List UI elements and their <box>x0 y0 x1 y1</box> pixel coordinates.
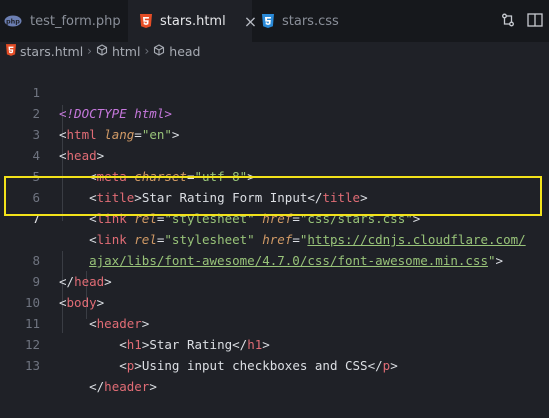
code-line: 1 <!DOCTYPE html> <box>0 61 549 121</box>
code-line: 11 <h1>Star Rating</h1> <box>0 292 549 352</box>
editor-actions <box>501 0 549 42</box>
breadcrumb-item-html[interactable]: html <box>96 44 140 59</box>
code-line: 10 <header> <box>0 271 549 331</box>
tab-label: stars.css <box>282 13 339 29</box>
compare-changes-icon[interactable] <box>501 12 515 31</box>
split-editor-icon[interactable] <box>527 12 543 31</box>
code-line: 5 <title>Star Rating Form Input</title> <box>0 145 549 205</box>
symbol-element-icon <box>96 43 108 59</box>
code-line-wrap: ajax/libs/font-awesome/4.7.0/css/font-aw… <box>0 208 549 268</box>
code-line: 4 <meta charset="utf-8"> <box>0 124 549 184</box>
code-line: 9 <body> <box>0 250 549 310</box>
code-text: <p>Using input checkboxes and CSS</p> <box>119 358 398 373</box>
code-line: 8 </head> <box>0 229 549 289</box>
tab-label: stars.html <box>160 13 226 29</box>
code-editor[interactable]: 1 <!DOCTYPE html> 2 <html lang="en"> 3 <… <box>0 61 549 394</box>
code-line: 2 <html lang="en"> <box>0 82 549 142</box>
svg-text:php: php <box>6 18 20 26</box>
code-line: 3 <head> <box>0 103 549 163</box>
css3-file-icon <box>262 14 274 28</box>
code-line: 6 <link rel="stylesheet" href="css/stars… <box>0 166 549 226</box>
breadcrumb: stars.html › html › head <box>0 42 549 60</box>
chevron-right-icon: › <box>87 44 92 58</box>
code-line: 7 <link rel="stylesheet" href="https://c… <box>0 187 549 247</box>
html5-file-icon <box>140 14 152 28</box>
tab-stars-css[interactable]: stars.css <box>252 0 362 42</box>
tab-label: test_form.php <box>30 13 121 29</box>
html5-file-icon <box>6 43 16 59</box>
code-text: </header> <box>89 379 157 394</box>
symbol-element-icon <box>153 43 165 59</box>
chevron-right-icon: › <box>144 44 150 58</box>
breadcrumb-item-head[interactable]: head <box>153 43 201 59</box>
breadcrumb-label: html <box>111 43 141 59</box>
tag-name: p <box>382 358 391 373</box>
breadcrumb-item-file[interactable]: stars.html <box>6 44 83 59</box>
tab-stars-html[interactable]: stars.html × <box>128 0 257 42</box>
tab-bar: php test_form.php stars.html × stars.css <box>0 0 549 42</box>
tag-name: p <box>126 358 135 373</box>
breadcrumb-label: head <box>169 43 201 59</box>
code-line: 12 <p>Using input checkboxes and CSS</p> <box>0 313 549 373</box>
breadcrumb-label: stars.html <box>20 43 84 59</box>
tag-name: header <box>104 379 150 394</box>
text-content: Using input checkboxes and CSS <box>141 358 368 373</box>
line-number: 13 <box>24 358 40 373</box>
php-file-icon: php <box>4 15 22 27</box>
code-line: 13 </header> <box>0 334 549 394</box>
tab-test-form-php[interactable]: php test_form.php <box>0 0 128 42</box>
